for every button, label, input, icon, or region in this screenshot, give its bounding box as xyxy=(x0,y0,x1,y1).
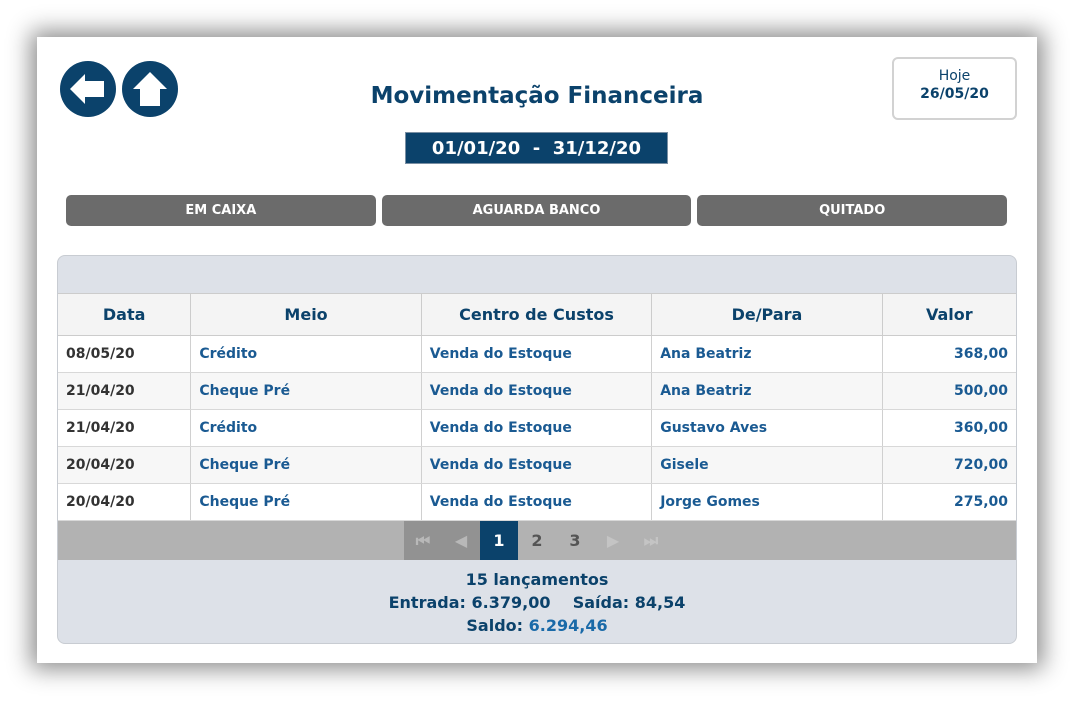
cell-centro-de-custos: Venda do Estoque xyxy=(421,483,653,521)
today-label: Hoje xyxy=(938,68,971,84)
cell-meio: Crédito xyxy=(190,409,422,447)
cell-centro-de-custos: Venda do Estoque xyxy=(421,372,653,410)
table-row[interactable]: 21/04/20 Cheque Pré Venda do Estoque Ana Be… xyxy=(58,372,1016,410)
summary-footer: 15 lançamentos Entrada: 6.379,00 Saída: … xyxy=(58,560,1016,637)
cell-data: 08/05/20 xyxy=(58,335,192,373)
cell-meio: Cheque Pré xyxy=(190,483,422,521)
today-value: 26/05/20 xyxy=(920,86,989,102)
transactions-grid: Data Meio Centro de Custos De/Para Valor… xyxy=(57,255,1017,644)
cell-valor: 500,00 xyxy=(882,372,1016,410)
cell-valor: 360,00 xyxy=(882,409,1016,447)
saida-value: 84,54 xyxy=(634,593,686,612)
cell-centro-de-custos: Venda do Estoque xyxy=(421,409,653,447)
cell-meio: Cheque Pré xyxy=(190,446,422,484)
saida-label: Saída: xyxy=(572,593,630,612)
status-tabs: EM CAIXA AGUARDA BANCO QUITADO xyxy=(66,195,1008,226)
cell-de-para: Ana Beatriz xyxy=(651,372,883,410)
page-3-button[interactable]: 3 xyxy=(556,521,594,560)
page-card: Movimentação Financeira 01/01/20 - 31/12… xyxy=(37,37,1037,663)
cell-de-para: Gisele xyxy=(651,446,883,484)
cell-valor: 275,00 xyxy=(882,483,1016,521)
column-header-valor[interactable]: Valor xyxy=(882,293,1016,336)
table-row[interactable]: 20/04/20 Cheque Pré Venda do Estoque Gisele… xyxy=(58,446,1016,484)
last-page-button[interactable]: ⏭ xyxy=(632,521,670,560)
record-count: 15 lançamentos xyxy=(465,570,609,589)
tab-em-caixa[interactable]: EM CAIXA xyxy=(66,195,376,226)
table-row[interactable]: 08/05/20 Crédito Venda do Estoque Ana Beatr… xyxy=(58,335,1016,373)
grid-toolbar xyxy=(58,256,1016,293)
table-row[interactable]: 20/04/20 Cheque Pré Venda do Estoque Jorge … xyxy=(58,483,1016,521)
saldo-value: 6.294,46 xyxy=(528,616,608,635)
page-1-button[interactable]: 1 xyxy=(480,521,518,560)
cell-centro-de-custos: Venda do Estoque xyxy=(421,446,653,484)
cell-data: 20/04/20 xyxy=(58,446,192,484)
cell-de-para: Jorge Gomes xyxy=(651,483,883,521)
today-box: Hoje 26/05/20 xyxy=(892,57,1017,120)
tab-aguarda-banco[interactable]: AGUARDA BANCO xyxy=(381,195,692,226)
transactions-table: Data Meio Centro de Custos De/Para Valor… xyxy=(58,293,1016,521)
pagination: ⏮ ◀ 1 2 3 ▶ ⏭ xyxy=(58,521,1016,560)
cell-data: 20/04/20 xyxy=(58,483,192,521)
next-page-button[interactable]: ▶ xyxy=(594,521,632,560)
page-2-button[interactable]: 2 xyxy=(518,521,556,560)
first-page-button[interactable]: ⏮ xyxy=(404,521,442,560)
entrada-value: 6.379,00 xyxy=(471,593,551,612)
entrada-label: Entrada: xyxy=(388,593,466,612)
column-header-data[interactable]: Data xyxy=(58,293,192,336)
cell-data: 21/04/20 xyxy=(58,409,192,447)
cell-meio: Crédito xyxy=(190,335,422,373)
cell-meio: Cheque Pré xyxy=(190,372,422,410)
prev-page-button[interactable]: ◀ xyxy=(442,521,480,560)
column-header-centro-de-custos[interactable]: Centro de Custos xyxy=(421,293,653,336)
column-header-de-para[interactable]: De/Para xyxy=(651,293,883,336)
date-range-button[interactable]: 01/01/20 - 31/12/20 xyxy=(405,132,668,164)
table-row[interactable]: 21/04/20 Crédito Venda do Estoque Gustavo A… xyxy=(58,409,1016,447)
cell-valor: 368,00 xyxy=(882,335,1016,373)
page-title: Movimentação Financeira xyxy=(370,83,704,109)
cell-valor: 720,00 xyxy=(882,446,1016,484)
saldo-label: Saldo: xyxy=(466,616,524,635)
tab-quitado[interactable]: QUITADO xyxy=(697,195,1008,226)
cell-de-para: Gustavo Aves xyxy=(651,409,883,447)
cell-centro-de-custos: Venda do Estoque xyxy=(421,335,653,373)
column-header-meio[interactable]: Meio xyxy=(190,293,422,336)
cell-de-para: Ana Beatriz xyxy=(651,335,883,373)
cell-data: 21/04/20 xyxy=(58,372,192,410)
